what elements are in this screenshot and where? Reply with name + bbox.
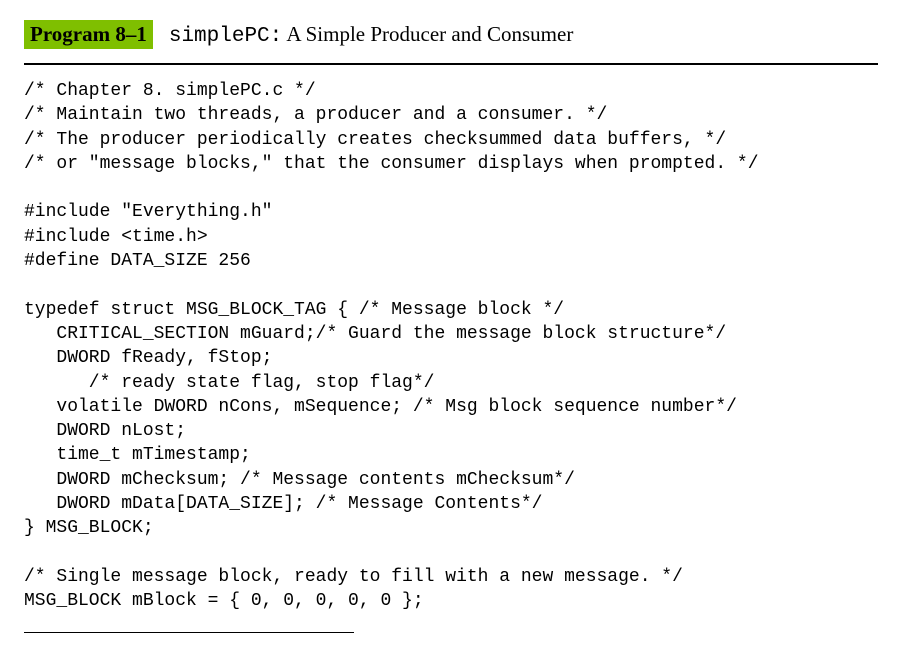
header-title: simplePC: A Simple Producer and Consumer [153,22,573,48]
code-name: simplePC: [169,25,282,48]
top-divider [24,63,878,65]
header-description: A Simple Producer and Consumer [282,22,573,46]
listing-header: Program 8–1 simplePC: A Simple Producer … [24,20,878,49]
code-block: /* Chapter 8. simplePC.c */ /* Maintain … [24,79,878,614]
bottom-divider [24,632,354,633]
program-label: Program 8–1 [24,20,153,49]
